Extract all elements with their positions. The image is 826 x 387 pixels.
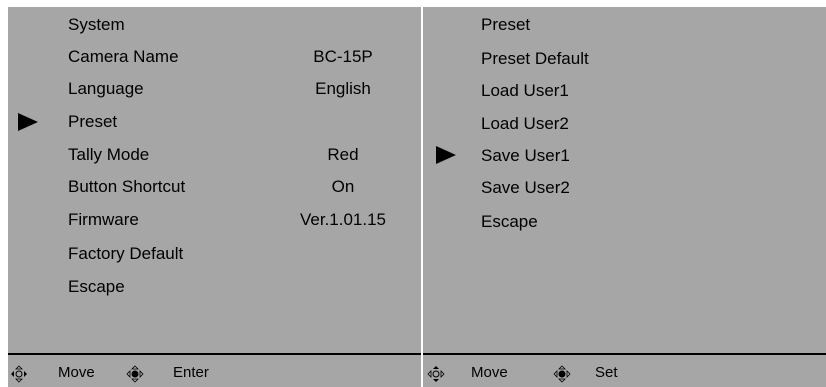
menu-item-preset-default[interactable]: Preset Default <box>481 43 801 75</box>
menu-item-escape[interactable]: Escape <box>481 206 801 238</box>
footer-set-label: Set <box>595 364 618 381</box>
selection-cursor-icon <box>18 113 38 131</box>
menu-item-escape[interactable]: Escape <box>68 271 413 303</box>
selection-cursor-icon <box>436 146 456 164</box>
menu-item-label: Factory Default <box>68 244 184 263</box>
footer-move-label: Move <box>471 364 508 381</box>
footer-move-label: Move <box>58 364 95 381</box>
menu-item-label: Load User1 <box>481 81 569 100</box>
menu-item-button-shortcut[interactable]: Button Shortcut On <box>68 171 413 203</box>
preset-menu-panel: Preset Preset Default Load User1 Load Us… <box>423 7 826 387</box>
menu-item-value: English <box>315 79 371 98</box>
menu-item-save-user1[interactable]: Save User1 <box>481 140 801 172</box>
menu-item-label: Escape <box>68 277 125 296</box>
key-guide-footer: Move Enter <box>8 355 421 387</box>
menu-item-firmware[interactable]: Firmware Ver.1.01.15 <box>68 204 413 236</box>
menu-item-label: Firmware <box>68 210 139 229</box>
menu-item-label: Preset Default <box>481 49 589 68</box>
menu-item-tally-mode[interactable]: Tally Mode Red <box>68 139 413 171</box>
menu-title: Preset <box>481 15 531 34</box>
menu-item-label: Load User2 <box>481 114 569 133</box>
dpad-left-right-icon <box>11 365 27 383</box>
menu-item-label: Escape <box>481 212 538 231</box>
menu-item-label: Tally Mode <box>68 145 150 164</box>
menu-item-label: Preset <box>68 112 118 131</box>
menu-item-preset[interactable]: Preset <box>68 106 413 138</box>
menu-item-label: Camera Name <box>68 47 179 66</box>
menu-item-label: Save User2 <box>481 178 570 197</box>
menu-item-value: Ver.1.01.15 <box>299 210 387 229</box>
menu-item-language[interactable]: Language English <box>68 73 413 105</box>
menu-item-save-user2[interactable]: Save User2 <box>481 172 801 204</box>
menu-item-factory-default[interactable]: Factory Default <box>68 238 413 270</box>
system-menu-panel: System Camera Name BC-15P Language Engli… <box>8 7 421 387</box>
footer-enter-label: Enter <box>173 364 209 381</box>
dpad-center-press-icon <box>553 365 571 383</box>
menu-title: System <box>68 15 125 34</box>
menu-item-load-user2[interactable]: Load User2 <box>481 108 801 140</box>
menu-item-value: On <box>331 177 355 196</box>
menu-item-camera-name[interactable]: Camera Name BC-15P <box>68 41 413 73</box>
menu-item-load-user1[interactable]: Load User1 <box>481 75 801 107</box>
dpad-center-press-icon <box>126 365 144 383</box>
dpad-left-right-icon <box>427 366 445 382</box>
key-guide-footer: Move Set <box>423 355 826 387</box>
menu-item-label: Button Shortcut <box>68 177 186 196</box>
menu-item-label: Save User1 <box>481 146 570 165</box>
menu-item-value: BC-15P <box>313 47 373 66</box>
menu-item-value: Red <box>327 145 359 164</box>
menu-item-label: Language <box>68 79 144 98</box>
